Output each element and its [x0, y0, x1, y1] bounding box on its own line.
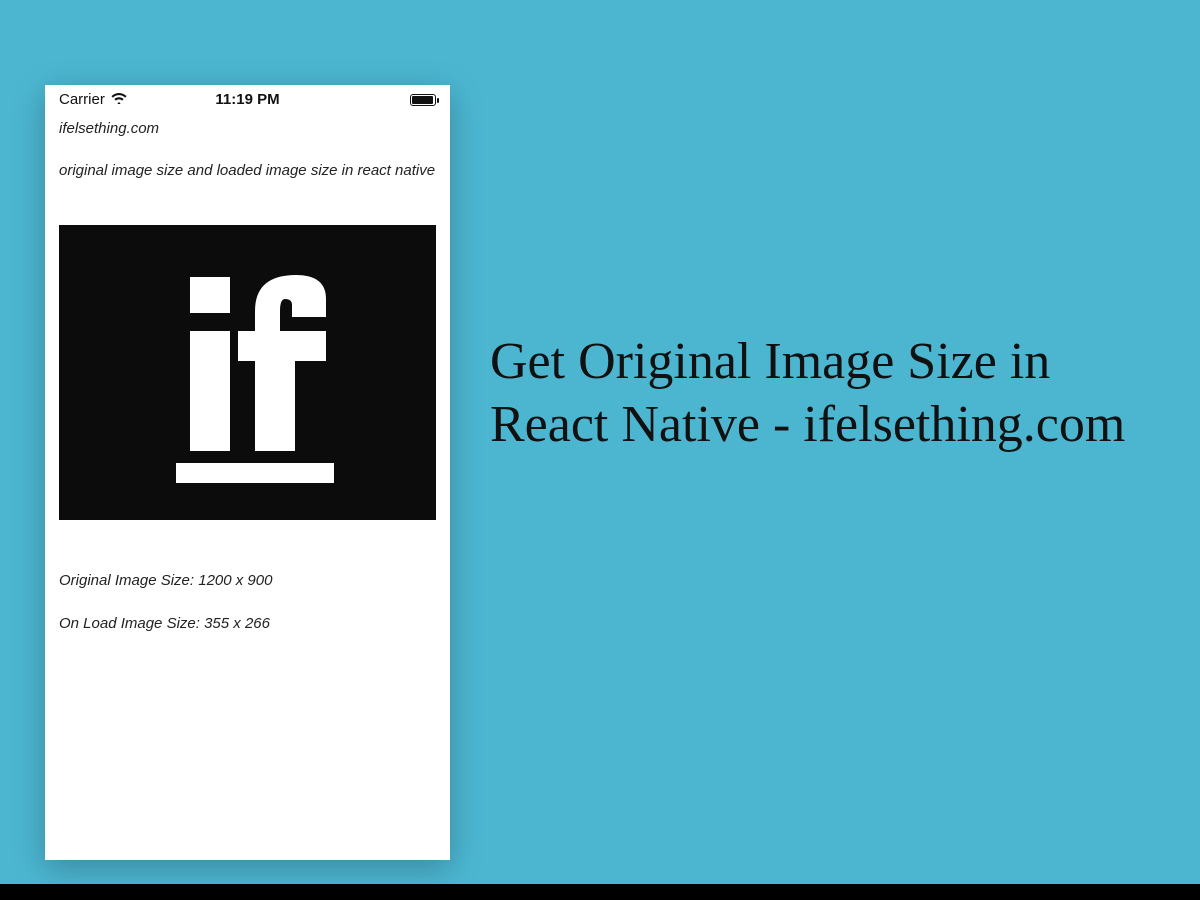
app-subtitle: original image size and loaded image siz…: [59, 161, 436, 181]
status-time: 11:19 PM: [45, 91, 450, 108]
original-size-text: Original Image Size: 1200 x 900: [59, 572, 436, 589]
phone-mockup: Carrier 11:19 PM ifelsething.com origina…: [45, 85, 450, 860]
site-label: ifelsething.com: [59, 120, 436, 137]
if-logo-icon: [120, 245, 375, 500]
ios-status-bar: Carrier 11:19 PM: [45, 85, 450, 110]
logo-image: [59, 225, 436, 520]
app-body: ifelsething.com original image size and …: [45, 110, 450, 646]
bottom-border: [0, 884, 1200, 900]
onload-size-text: On Load Image Size: 355 x 266: [59, 615, 436, 632]
page-title: Get Original Image Size in React Native …: [490, 330, 1150, 457]
status-right: [410, 94, 436, 106]
battery-full-icon: [410, 94, 436, 106]
page-canvas: Carrier 11:19 PM ifelsething.com origina…: [0, 0, 1200, 900]
